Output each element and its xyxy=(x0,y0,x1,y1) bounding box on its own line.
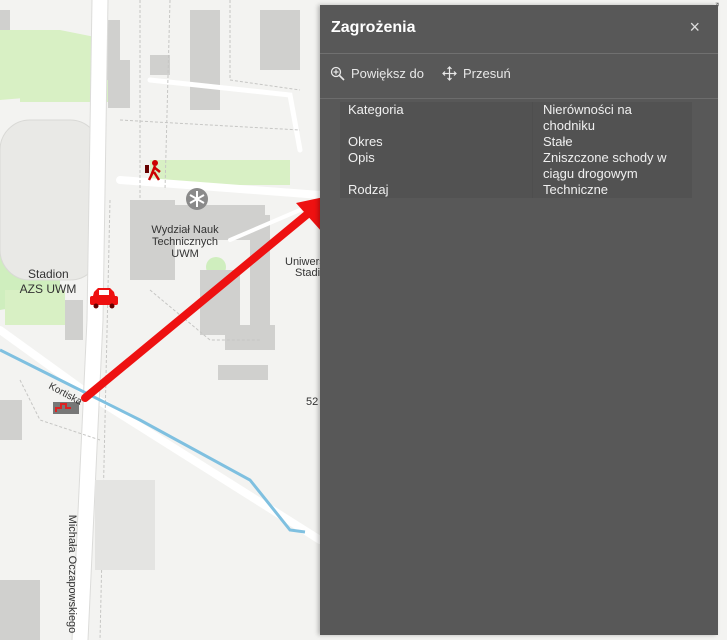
street-label-oczapowskiego: Michała Oczapowskiego xyxy=(66,514,78,634)
pan-label: Przesuń xyxy=(463,66,511,81)
zoom-to-label: Powiększ do xyxy=(351,66,424,81)
map-label-wydzial: Wydział Nauk xyxy=(151,224,219,236)
snowflake-icon[interactable] xyxy=(186,188,208,210)
feature-popup: Zagrożenia × Powiększ do Przesuń Kategor… xyxy=(320,5,718,635)
move-icon xyxy=(442,66,457,81)
attribute-key: Okres xyxy=(348,134,383,149)
close-button[interactable]: × xyxy=(689,17,700,38)
table-row: Opis Zniszczone schody w ciągu drogowym xyxy=(340,150,692,182)
table-row: Rodzaj Techniczne xyxy=(340,182,692,198)
table-row: Kategoria Nierówności na chodniku xyxy=(340,102,692,134)
zoom-to-button[interactable]: Powiększ do xyxy=(330,66,424,81)
zoom-in-icon xyxy=(330,66,345,81)
attribute-value: Zniszczone schody w ciągu drogowym xyxy=(532,150,692,182)
attribute-value: Nierówności na chodniku xyxy=(532,102,692,134)
attribute-key: Rodzaj xyxy=(348,182,389,197)
attribute-key: Kategoria xyxy=(348,102,404,117)
popup-header: Zagrożenia × xyxy=(320,5,718,54)
map-label-stadion: Stadion xyxy=(28,267,69,281)
map-label-technicznych: Technicznych xyxy=(151,236,219,248)
attribute-table: Kategoria Nierówności na chodniku Okres … xyxy=(340,102,692,198)
attribute-value: Stałe xyxy=(532,134,692,150)
popup-toolbar: Powiększ do Przesuń xyxy=(320,54,718,99)
attribute-key: Opis xyxy=(348,150,375,165)
table-row: Okres Stałe xyxy=(340,134,692,150)
map-label-azs: AZS UWM xyxy=(19,282,77,296)
popup-title: Zagrożenia xyxy=(331,19,416,36)
pan-button[interactable]: Przesuń xyxy=(442,66,511,81)
map-label-uwm: UWM xyxy=(171,248,199,260)
attribute-value: Techniczne xyxy=(532,182,692,198)
